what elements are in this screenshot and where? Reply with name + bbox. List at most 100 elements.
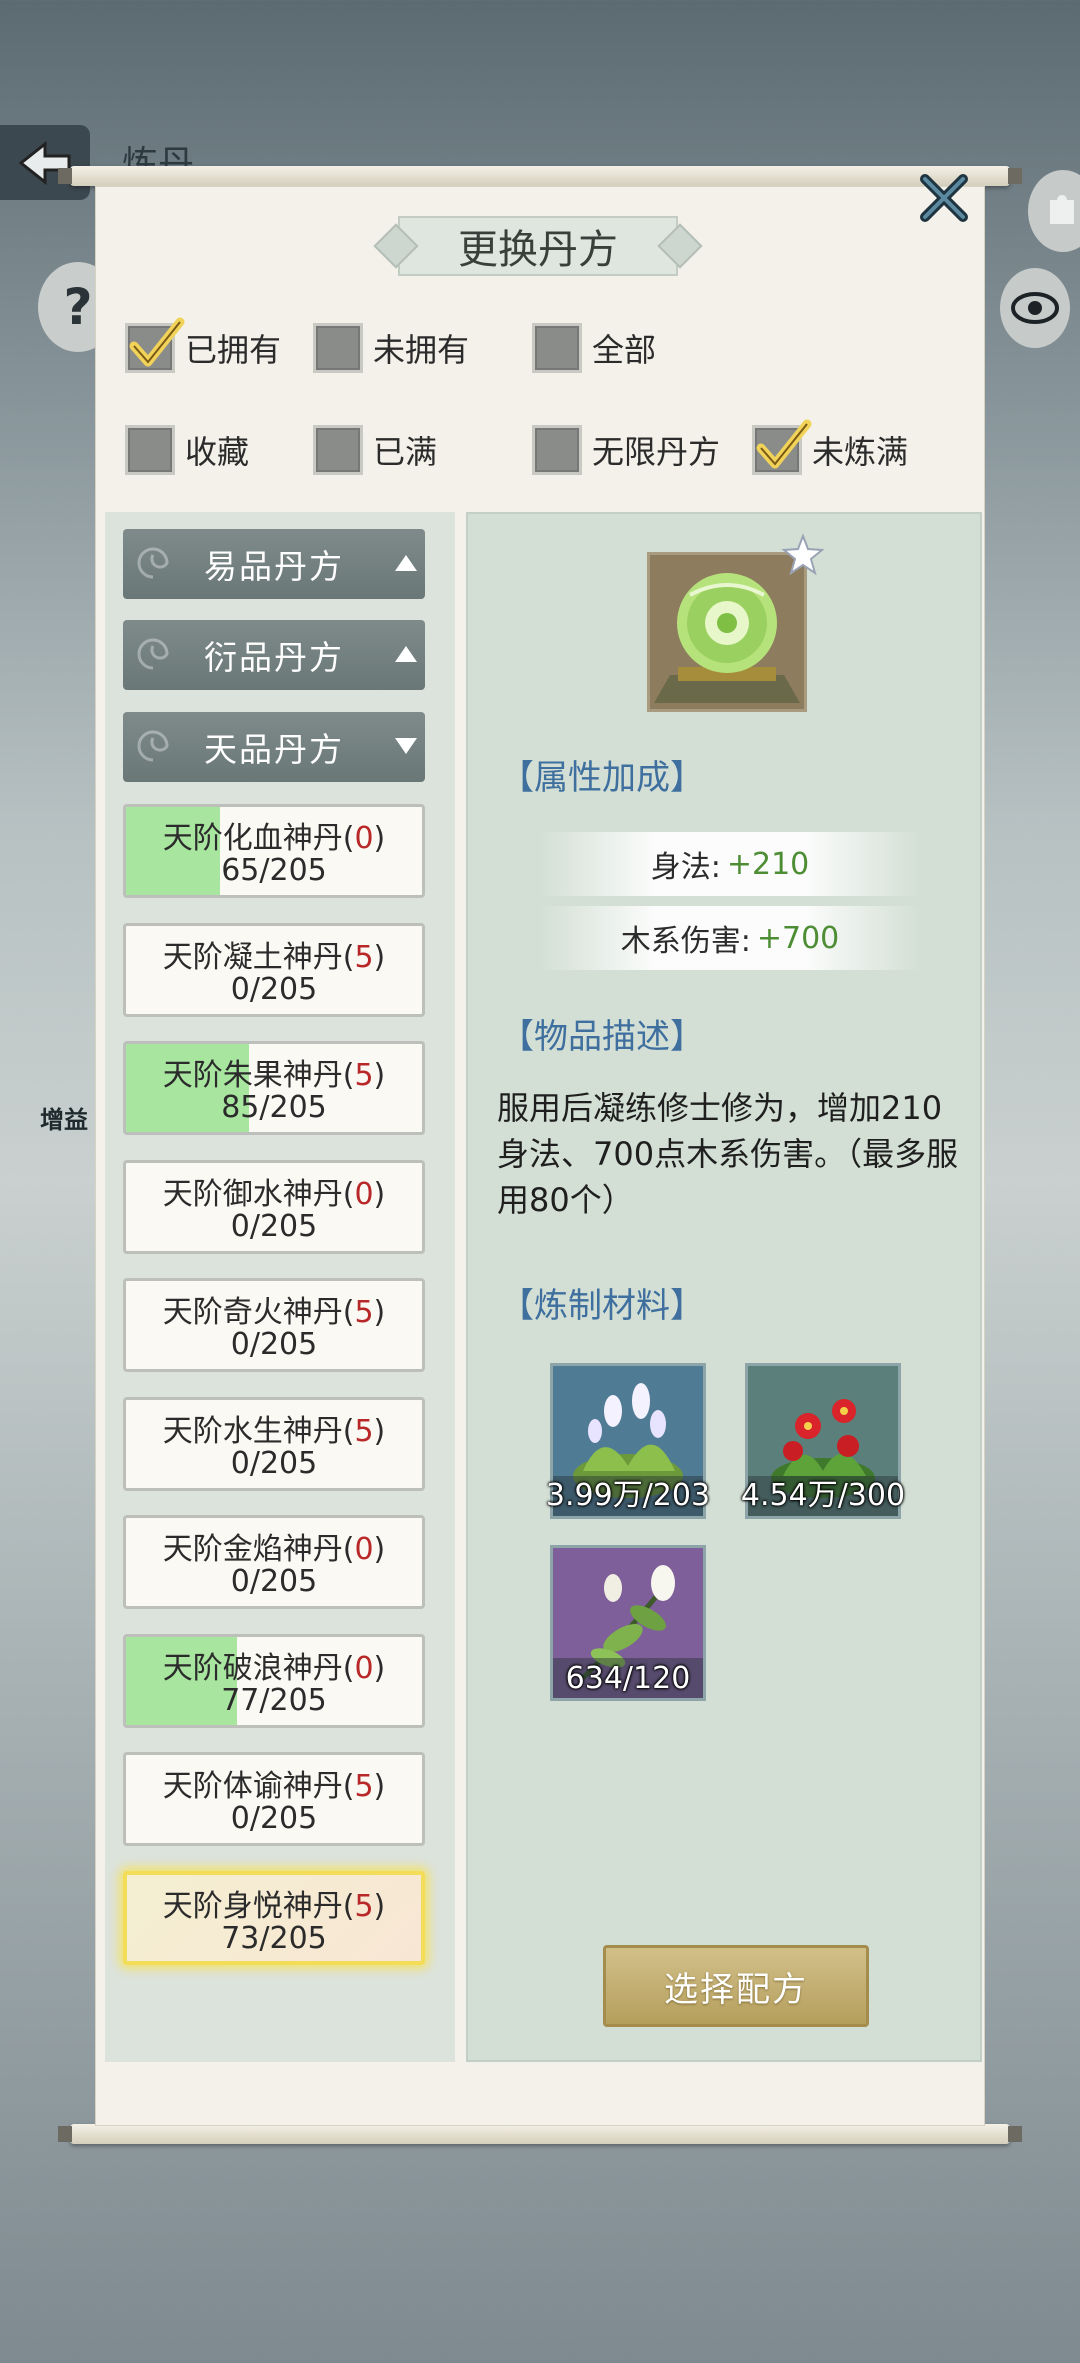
- recipe-count: 0: [354, 1651, 374, 1686]
- recipe-name-line: 天阶朱果神丹(5): [162, 1058, 386, 1093]
- checkbox-all[interactable]: [532, 323, 582, 373]
- recipe-progress: 0/205: [230, 1209, 318, 1244]
- material-count: 3.99万/203: [545, 1478, 711, 1513]
- recipe-name-line: 天阶水生神丹(5): [162, 1414, 386, 1449]
- material-count: 634/120: [565, 1661, 691, 1696]
- material-slot-3[interactable]: 634/120: [550, 1545, 706, 1701]
- recipe-count: 0: [354, 1177, 374, 1212]
- filter-owned[interactable]: 已拥有: [125, 317, 282, 376]
- checkbox-full[interactable]: [313, 425, 363, 475]
- filter-favorites[interactable]: 收藏: [125, 422, 249, 478]
- recipe-item[interactable]: 天阶身悦神丹(5) 73/205: [123, 1871, 425, 1965]
- material-slot-2[interactable]: 4.54万/300: [741, 1363, 905, 1519]
- recipe-item[interactable]: 天阶水生神丹(5) 0/205: [123, 1397, 425, 1491]
- filter-label-not-owned: 未拥有: [373, 331, 470, 369]
- recipe-name-line: 天阶凝土神丹(5): [162, 940, 386, 975]
- recipe-name: 天阶破浪神丹: [162, 1651, 343, 1686]
- recipe-count: 5: [354, 1295, 374, 1330]
- puzzle-icon[interactable]: [1028, 170, 1080, 252]
- select-recipe-button[interactable]: 选择配方: [603, 1945, 869, 2027]
- desc-section-title: 【物品描述】: [500, 1017, 704, 1057]
- material-slot-1[interactable]: 3.99万/203: [546, 1363, 710, 1519]
- stat-label: 身法:: [650, 850, 721, 885]
- checkbox-not-maxed[interactable]: [752, 419, 812, 475]
- checkbox-owned[interactable]: [125, 317, 185, 373]
- recipe-count: 5: [354, 1889, 374, 1924]
- eye-icon[interactable]: [1000, 268, 1070, 348]
- close-icon: [920, 174, 968, 222]
- recipe-name: 天阶体谕神丹: [162, 1769, 343, 1804]
- recipe-progress: 0/205: [230, 1327, 318, 1362]
- recipe-count: 5: [354, 940, 374, 975]
- filter-not-owned[interactable]: 未拥有: [313, 320, 469, 376]
- checkbox-not-owned[interactable]: [313, 323, 363, 373]
- recipe-progress: 65/205: [221, 853, 327, 888]
- category-tian-pin[interactable]: 天品丹方: [123, 712, 425, 782]
- recipe-item[interactable]: 天阶御水神丹(0) 0/205: [123, 1160, 425, 1254]
- checkbox-favorites[interactable]: [125, 425, 175, 475]
- recipe-count: 5: [354, 1414, 374, 1449]
- recipe-name-line: 天阶体谕神丹(5): [162, 1769, 386, 1804]
- recipe-item[interactable]: 天阶金焰神丹(0) 0/205: [123, 1515, 425, 1609]
- stat-value: +700: [756, 920, 840, 956]
- attr-section-title: 【属性加成】: [500, 758, 704, 798]
- filter-label-owned: 已拥有: [185, 331, 282, 369]
- category-yi-pin[interactable]: 易品丹方: [123, 529, 425, 599]
- recipe-name-line: 天阶化血神丹(0): [162, 821, 386, 856]
- recipe-count: 0: [354, 821, 374, 856]
- recipe-item[interactable]: 天阶破浪神丹(0) 77/205: [123, 1634, 425, 1728]
- scroll-rod-bottom: [58, 2124, 1022, 2144]
- recipe-name: 天阶奇火神丹: [162, 1295, 343, 1330]
- dialog-title-plaque: 更换丹方: [373, 212, 703, 280]
- recipe-progress: 77/205: [221, 1683, 327, 1718]
- recipe-name: 天阶金焰神丹: [162, 1532, 343, 1567]
- recipe-item[interactable]: 天阶凝土神丹(5) 0/205: [123, 923, 425, 1017]
- triangle-up-icon: [395, 555, 417, 571]
- recipe-name: 天阶凝土神丹: [162, 940, 343, 975]
- filter-full[interactable]: 已满: [313, 422, 437, 478]
- category-yan-pin[interactable]: 衍品丹方: [123, 620, 425, 690]
- item-description: 服用后凝练修士修为，增加210身法、700点木系伤害。（最多服用80个）: [497, 1089, 959, 1219]
- recipe-item[interactable]: 天阶化血神丹(0) 65/205: [123, 804, 425, 898]
- recipe-name-line: 天阶身悦神丹(5): [162, 1889, 386, 1924]
- recipe-name-line: 天阶破浪神丹(0): [162, 1651, 386, 1686]
- recipe-name: 天阶身悦神丹: [162, 1889, 343, 1924]
- material-count: 4.54万/300: [740, 1478, 906, 1513]
- recipe-name-line: 天阶御水神丹(0): [162, 1177, 386, 1212]
- recipe-item[interactable]: 天阶朱果神丹(5) 85/205: [123, 1041, 425, 1135]
- category-label: 衍品丹方: [204, 638, 344, 677]
- filter-label-full: 已满: [373, 433, 438, 471]
- dialog-title: 更换丹方: [458, 227, 618, 273]
- stat-label: 木系伤害:: [620, 924, 751, 959]
- close-button[interactable]: [912, 166, 976, 230]
- filter-not-maxed[interactable]: 未炼满: [752, 419, 909, 478]
- filter-all[interactable]: 全部: [532, 320, 656, 376]
- triangle-up-icon: [395, 646, 417, 662]
- recipe-name-line: 天阶奇火神丹(5): [162, 1295, 386, 1330]
- filter-label-not-maxed: 未炼满: [812, 433, 909, 471]
- recipe-name: 天阶化血神丹: [162, 821, 343, 856]
- checkbox-unlimited[interactable]: [532, 425, 582, 475]
- category-label: 易品丹方: [204, 547, 344, 586]
- recipe-name-line: 天阶金焰神丹(0): [162, 1532, 386, 1567]
- recipe-count: 5: [354, 1769, 374, 1804]
- materials-section-title: 【炼制材料】: [500, 1286, 704, 1326]
- back-button[interactable]: [0, 125, 90, 200]
- filter-label-unlimited: 无限丹方: [592, 433, 721, 471]
- stat-row: 木系伤害: +700: [540, 906, 920, 970]
- stat-value: +210: [726, 846, 810, 882]
- recipe-progress: 0/205: [230, 1564, 318, 1599]
- recipe-name: 天阶朱果神丹: [162, 1058, 343, 1093]
- recipe-item[interactable]: 天阶体谕神丹(5) 0/205: [123, 1752, 425, 1846]
- checkmark-icon: [129, 317, 185, 367]
- recipe-name: 天阶御水神丹: [162, 1177, 343, 1212]
- stat-row: 身法: +210: [540, 832, 920, 896]
- recipe-item[interactable]: 天阶奇火神丹(5) 0/205: [123, 1278, 425, 1372]
- recipe-progress: 0/205: [230, 972, 318, 1007]
- recipe-progress: 73/205: [221, 1921, 327, 1956]
- recipe-progress: 0/205: [230, 1801, 318, 1836]
- recipe-count: 5: [354, 1058, 374, 1093]
- category-label: 天品丹方: [204, 730, 344, 769]
- filter-unlimited[interactable]: 无限丹方: [532, 422, 720, 478]
- scroll-rod-top: [58, 166, 1022, 186]
